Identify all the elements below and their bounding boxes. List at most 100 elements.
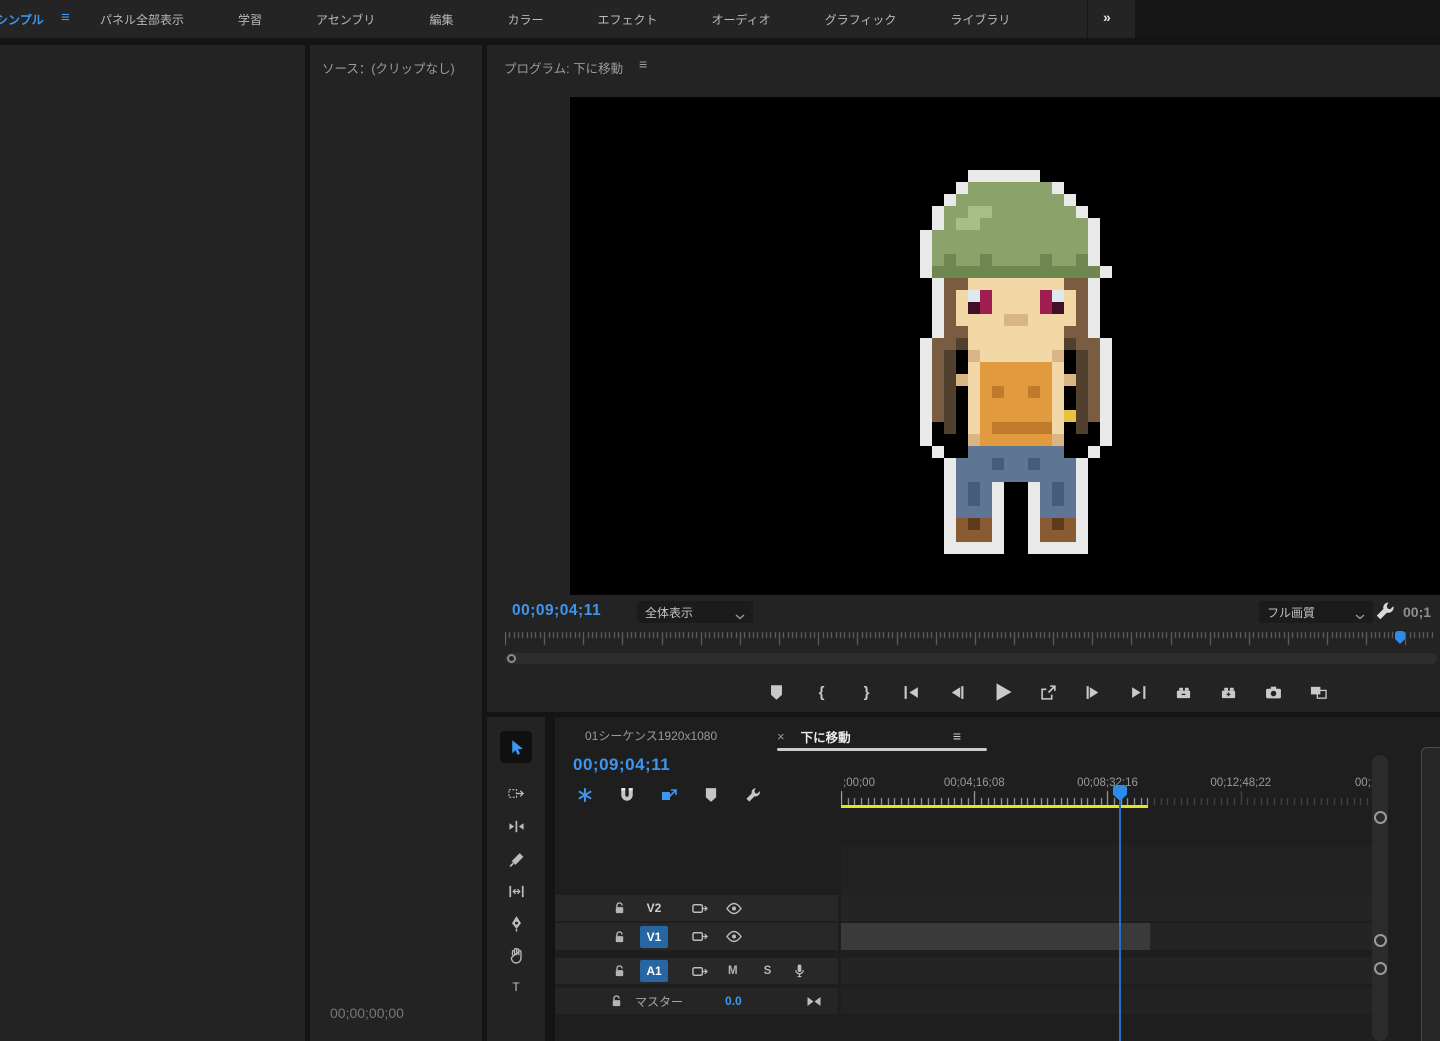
zoom-level-select[interactable]: 全体表示 xyxy=(637,601,753,623)
source-patch-icon[interactable] xyxy=(692,902,708,915)
source-panel-title[interactable]: ソース：(クリップなし) xyxy=(322,58,482,77)
program-monitor-panel[interactable]: プログラム: 下に移動 ≡ 00;09;04;11 全体表示 フル画質 00;1… xyxy=(487,45,1440,712)
comparison-view-button[interactable] xyxy=(1309,683,1328,702)
lock-icon[interactable] xyxy=(610,994,623,1008)
timeline-playhead-line xyxy=(1119,801,1121,1041)
selection-tool[interactable] xyxy=(500,731,532,763)
track-lane-a1[interactable] xyxy=(841,958,1375,984)
hand-tool[interactable] xyxy=(500,941,532,969)
project-panel[interactable] xyxy=(0,45,305,1041)
transport-controls: {} xyxy=(487,675,1440,709)
program-panel-title[interactable]: プログラム: 下に移動 xyxy=(504,58,623,77)
program-timecode[interactable]: 00;09;04;11 xyxy=(512,602,601,620)
track-header-v1[interactable]: V1 xyxy=(555,923,838,950)
slip-tool[interactable] xyxy=(500,877,532,905)
snap-icon[interactable] xyxy=(619,787,636,804)
chevron-down-icon xyxy=(735,609,745,615)
work-area-bar[interactable] xyxy=(841,805,1148,808)
adjacent-panel-edge xyxy=(1421,747,1440,1041)
lock-icon[interactable] xyxy=(613,901,626,915)
timeline-clip[interactable] xyxy=(841,923,1150,950)
track-label-v2[interactable]: V2 xyxy=(640,901,668,915)
step-forward-button[interactable] xyxy=(1084,683,1103,702)
program-duration-timecode: 00;1 xyxy=(1403,604,1431,620)
insert-nest-icon[interactable] xyxy=(577,787,594,804)
source-patch-icon[interactable] xyxy=(692,965,708,978)
menu-item-2[interactable]: アセンブリ xyxy=(316,11,375,28)
track-lane-v2[interactable] xyxy=(841,895,1375,921)
voiceover-mic-icon[interactable] xyxy=(793,963,806,979)
active-tab-underline xyxy=(777,748,987,751)
track-select-forward-tool[interactable] xyxy=(500,779,532,807)
track-label-a1[interactable]: A1 xyxy=(640,960,668,982)
timeline-timecode[interactable]: 00;09;04;11 xyxy=(573,755,670,775)
timeline-settings-icon[interactable] xyxy=(745,787,762,804)
menu-item-0[interactable]: パネル全部表示 xyxy=(100,11,184,28)
timeline-panel-menu-icon[interactable]: ≡ xyxy=(953,728,961,744)
program-settings-wrench-icon[interactable] xyxy=(1375,601,1395,621)
linked-selection-icon[interactable] xyxy=(661,787,678,804)
tab-active-sequence[interactable]: × 下に移動 ≡ xyxy=(777,725,987,747)
timeline-panel[interactable]: 01シーケンス1920x1080 × 下に移動 ≡ 00;09;04;11 ;0… xyxy=(555,717,1440,1041)
menu-item-8[interactable]: ライブラリ xyxy=(950,11,1010,28)
program-scrub-ruler[interactable] xyxy=(505,631,1437,649)
ripple-edit-tool[interactable] xyxy=(500,812,532,840)
zoom-level-value: 全体表示 xyxy=(645,604,693,621)
menu-item-7[interactable]: グラフィック xyxy=(825,11,897,28)
scroll-handle[interactable] xyxy=(1374,962,1387,975)
go-to-in-button[interactable] xyxy=(902,683,921,702)
overwrite-button[interactable] xyxy=(1219,683,1238,702)
solo-button[interactable]: S xyxy=(764,965,772,977)
menu-overflow-button[interactable]: » xyxy=(1103,9,1109,25)
track-label-v1[interactable]: V1 xyxy=(640,926,668,948)
track-visibility-eye-icon[interactable] xyxy=(726,902,742,915)
add-marker-button[interactable] xyxy=(767,683,786,702)
menu-item-5[interactable]: エフェクト xyxy=(597,11,657,28)
go-to-out-button[interactable] xyxy=(1129,683,1148,702)
menu-item-3[interactable]: 編集 xyxy=(429,11,453,28)
lock-icon[interactable] xyxy=(613,964,626,978)
step-back-button[interactable] xyxy=(947,683,966,702)
play-button[interactable] xyxy=(992,682,1013,703)
keyframe-nav-icon[interactable] xyxy=(806,995,822,1008)
add-marker-icon[interactable] xyxy=(703,787,720,804)
close-icon[interactable]: × xyxy=(777,729,785,744)
program-zoom-scrollbar[interactable] xyxy=(505,653,1437,664)
mute-button[interactable]: M xyxy=(728,965,738,977)
export-frame-button[interactable] xyxy=(1264,683,1283,702)
tab-sequence-01[interactable]: 01シーケンス1920x1080 xyxy=(585,727,717,744)
menu-item-6[interactable]: オーディオ xyxy=(711,11,770,28)
master-level-value[interactable]: 0.0 xyxy=(725,994,742,1008)
menu-item-1[interactable]: 学習 xyxy=(238,11,262,28)
workspace-menu-icon[interactable]: ≡ xyxy=(61,9,70,26)
track-label-master[interactable]: マスター xyxy=(635,993,683,1010)
mark-in-button[interactable]: { xyxy=(812,683,831,702)
workspace-label[interactable]: シンプル xyxy=(0,11,44,28)
tab-label: 下に移動 xyxy=(801,727,851,746)
menu-bar-spacer xyxy=(1135,0,1440,38)
timeline-vertical-scrollbar[interactable] xyxy=(1372,755,1388,1041)
lift-button[interactable] xyxy=(1039,683,1058,702)
track-header-a1[interactable]: A1 M S xyxy=(555,958,838,984)
scroll-handle[interactable] xyxy=(1374,934,1387,947)
track-header-v2[interactable]: V2 xyxy=(555,895,838,921)
scroll-handle[interactable] xyxy=(1374,811,1387,824)
lock-icon[interactable] xyxy=(613,930,626,944)
mark-out-button[interactable]: } xyxy=(857,683,876,702)
track-lane-master[interactable] xyxy=(841,988,1375,1014)
menu-items: パネル全部表示 学習 アセンブリ 編集 カラー エフェクト オーディオ グラフィック ライブラリ xyxy=(100,11,1010,28)
insert-button[interactable] xyxy=(1174,683,1193,702)
chevron-down-icon xyxy=(1355,609,1365,615)
menu-item-4[interactable]: カラー xyxy=(507,11,543,28)
program-panel-menu-icon[interactable]: ≡ xyxy=(639,56,647,72)
source-monitor-panel[interactable]: ソース：(クリップなし) 00;00;00;00 xyxy=(310,45,482,1041)
razor-tool[interactable] xyxy=(500,845,532,873)
track-visibility-eye-icon[interactable] xyxy=(726,930,742,943)
playback-quality-select[interactable]: フル画質 xyxy=(1259,601,1373,623)
source-patch-icon[interactable] xyxy=(692,930,708,943)
type-tool[interactable]: T xyxy=(500,973,532,1001)
premiere-app-window: シンプル ≡ パネル全部表示 学習 アセンブリ 編集 カラー エフェクト オーディオ グラフィ… xyxy=(0,0,1440,1041)
track-header-master[interactable]: マスター 0.0 xyxy=(555,988,838,1014)
scrollbar-handle[interactable] xyxy=(507,654,516,663)
pen-tool[interactable] xyxy=(500,909,532,937)
